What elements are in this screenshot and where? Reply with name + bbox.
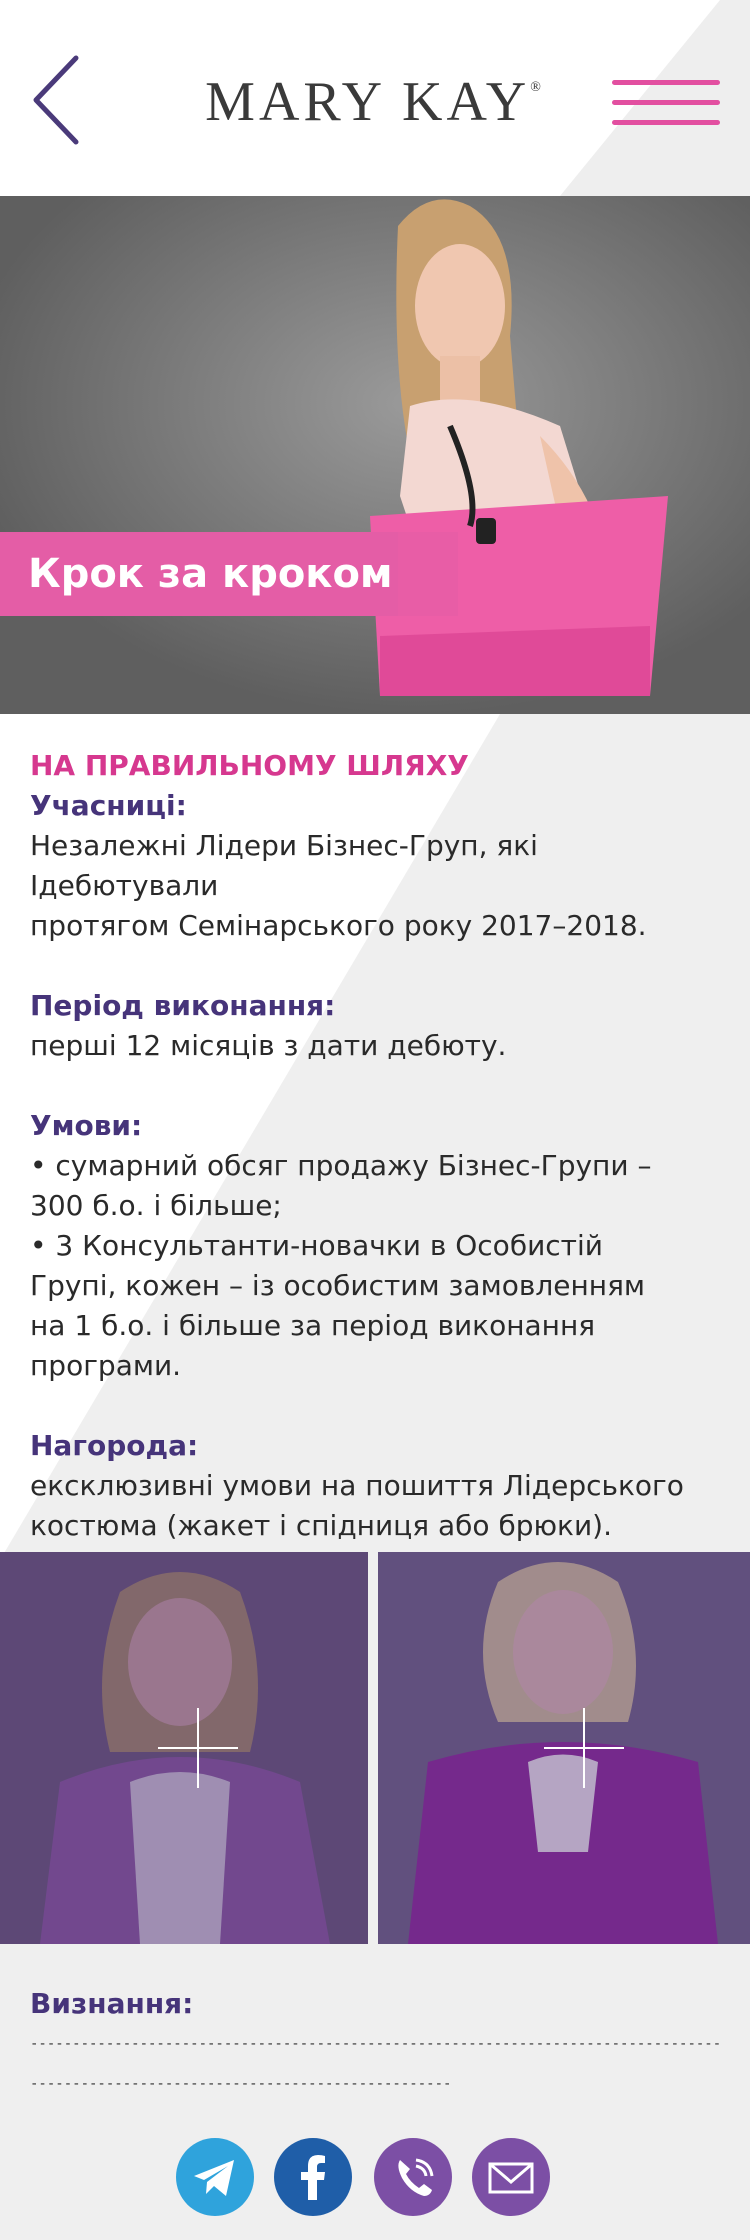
logo-text: MARY KAY (205, 71, 531, 133)
section-heading: НА ПРАВИЛЬНОМУ ШЛЯХУ (30, 749, 469, 782)
hero-title-accent (398, 532, 458, 616)
facebook-icon (301, 2155, 325, 2200)
plus-icon[interactable] (158, 1708, 238, 1788)
recognition-label: Визнання: (30, 1987, 194, 2020)
participants-text-2: протягом Семінарського року 2017–2018. (30, 909, 647, 942)
telegram-icon (194, 2160, 234, 2196)
hero-title: Крок за кроком (0, 532, 398, 616)
plus-icon[interactable] (544, 1708, 624, 1788)
reward-text-2: костюма (жакет і спідниця або брюки). (30, 1509, 612, 1542)
conditions-text-4: Групі, кожен – із особистим замовленням (30, 1269, 646, 1302)
social-links (176, 2138, 576, 2218)
recognition-section: Визнання: ------------------------------… (30, 1984, 730, 2104)
menu-bar (612, 100, 720, 105)
hamburger-menu-icon (612, 80, 720, 85)
program-details: НА ПРАВИЛЬНОМУ ШЛЯХУ Учасниці: Незалежні… (30, 746, 720, 1546)
participants-label: Учасниці: (30, 789, 187, 822)
facebook-button[interactable] (274, 2138, 352, 2216)
recognition-placeholder-line-2: ----------------------------------------… (30, 2076, 452, 2092)
menu-bar (612, 120, 720, 125)
photo-left[interactable] (0, 1552, 368, 1944)
conditions-text-6: програми. (30, 1349, 182, 1382)
reward-text-1: ексклюзивні умови на пошиття Лідерського (30, 1469, 684, 1502)
conditions-label: Умови: (30, 1109, 143, 1142)
period-value: перші 12 місяців з дати дебюту. (30, 1029, 507, 1062)
photo-gallery (0, 1552, 750, 1944)
email-button[interactable] (472, 2138, 550, 2216)
period-label: Період виконання: (30, 989, 336, 1022)
telegram-button[interactable] (176, 2138, 254, 2216)
app-header: MARY KAY® (0, 0, 750, 196)
hero-banner: Крок за кроком (0, 196, 750, 714)
conditions-text-3: • 3 Консультанти-новачки в Особистій (30, 1229, 603, 1262)
hero-image (0, 196, 750, 714)
conditions-text-5: на 1 б.о. і більше за період виконання (30, 1309, 596, 1342)
conditions-text-2: 300 б.о. і більше; (30, 1189, 282, 1222)
conditions-text-1: • сумарний обсяг продажу Бізнес-Групи – (30, 1149, 652, 1182)
recognition-placeholder-line-1: ----------------------------------------… (30, 2036, 720, 2052)
email-icon (488, 2162, 534, 2194)
viber-button[interactable] (374, 2138, 452, 2216)
menu-button[interactable] (612, 80, 720, 126)
logo-mark: ® (530, 80, 545, 95)
reward-label: Нагорода: (30, 1429, 199, 1462)
participants-text-1: Незалежні Лідери Бізнес-Груп, які Ідебют… (30, 829, 538, 902)
photo-right[interactable] (378, 1552, 750, 1944)
viber-icon (398, 2158, 434, 2196)
